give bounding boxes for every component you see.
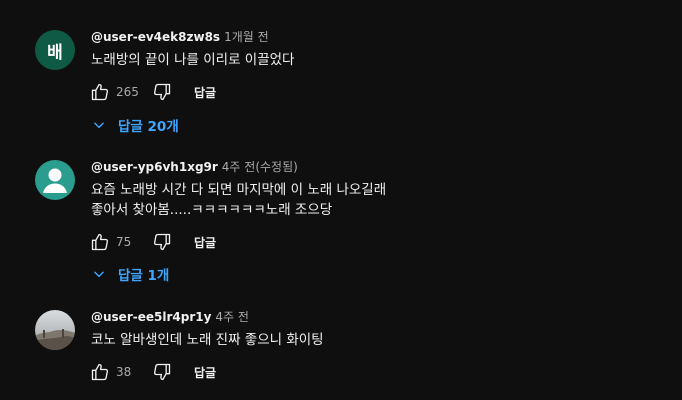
- dislike-button[interactable]: [150, 230, 174, 254]
- profile-photo: [35, 310, 75, 350]
- like-count: 265: [116, 85, 139, 99]
- chevron-down-icon: [92, 117, 108, 133]
- comment-body: @user-ev4ek8zw8s 1개월 전 노래방의 끝이 나를 이리로 이끌었…: [91, 29, 651, 70]
- avatar[interactable]: 배: [35, 30, 75, 70]
- avatar-letter: 배: [47, 42, 63, 63]
- thumb-up-icon: [91, 233, 109, 251]
- comment-actions: 265 답글: [88, 80, 216, 104]
- like-button[interactable]: [88, 230, 112, 254]
- comment-header: @user-ev4ek8zw8s 1개월 전: [91, 29, 651, 45]
- author-name[interactable]: @user-ee5lr4pr1y: [91, 310, 211, 324]
- dislike-button[interactable]: [150, 360, 174, 384]
- thumb-up-icon: [91, 83, 109, 101]
- comment-timestamp[interactable]: 1개월 전: [224, 30, 269, 44]
- comment-actions: 75 답글: [88, 230, 216, 254]
- chevron-down-icon: [92, 266, 108, 282]
- like-button[interactable]: [88, 80, 112, 104]
- view-replies-button[interactable]: 답글 1개: [92, 262, 169, 286]
- author-name[interactable]: @user-ev4ek8zw8s: [91, 30, 220, 44]
- comment-timestamp[interactable]: 4주 전: [215, 310, 249, 324]
- view-replies-button[interactable]: 답글 20개: [92, 113, 179, 137]
- thumb-down-icon: [153, 83, 171, 101]
- reply-button[interactable]: 답글: [194, 364, 216, 381]
- thumb-down-icon: [153, 363, 171, 381]
- like-button[interactable]: [88, 360, 112, 384]
- comment-text: 요즘 노래방 시간 다 되면 마지막에 이 노래 나오길래 좋아서 찾아봄...…: [91, 182, 387, 218]
- comment-body: @user-yp6vh1xg9r 4주 전(수정됨) 요즘 노래방 시간 다 되면…: [91, 159, 651, 220]
- avatar[interactable]: [35, 160, 75, 200]
- replies-count-label: 답글 20개: [118, 119, 179, 135]
- person-icon: [43, 168, 67, 193]
- comment-actions: 38 답글: [88, 360, 216, 384]
- author-name[interactable]: @user-yp6vh1xg9r: [91, 160, 218, 174]
- comment-text: 노래방의 끝이 나를 이리로 이끌었다: [91, 52, 295, 68]
- like-count: 75: [116, 235, 132, 249]
- comment-timestamp[interactable]: 4주 전(수정됨): [222, 160, 298, 174]
- comment-body: @user-ee5lr4pr1y 4주 전 코노 알바생인데 노래 진짜 좋으니 …: [91, 309, 651, 350]
- dislike-button[interactable]: [150, 80, 174, 104]
- reply-button[interactable]: 답글: [194, 234, 216, 251]
- replies-count-label: 답글 1개: [118, 268, 170, 284]
- comment-item: @user-ee5lr4pr1y 4주 전 코노 알바생인데 노래 진짜 좋으니 …: [0, 295, 682, 400]
- comment-header: @user-ee5lr4pr1y 4주 전: [91, 309, 651, 325]
- comment-text: 코노 알바생인데 노래 진짜 좋으니 화이팅: [91, 332, 324, 348]
- thumb-up-icon: [91, 363, 109, 381]
- like-count: 38: [116, 365, 132, 379]
- avatar[interactable]: [35, 310, 75, 350]
- thumb-down-icon: [153, 233, 171, 251]
- reply-button[interactable]: 답글: [194, 84, 216, 101]
- comment-item: 배 @user-ev4ek8zw8s 1개월 전 노래방의 끝이 나를 이리로 이…: [0, 0, 682, 145]
- comment-header: @user-yp6vh1xg9r 4주 전(수정됨): [91, 159, 651, 175]
- comment-item: @user-yp6vh1xg9r 4주 전(수정됨) 요즘 노래방 시간 다 되면…: [0, 145, 682, 295]
